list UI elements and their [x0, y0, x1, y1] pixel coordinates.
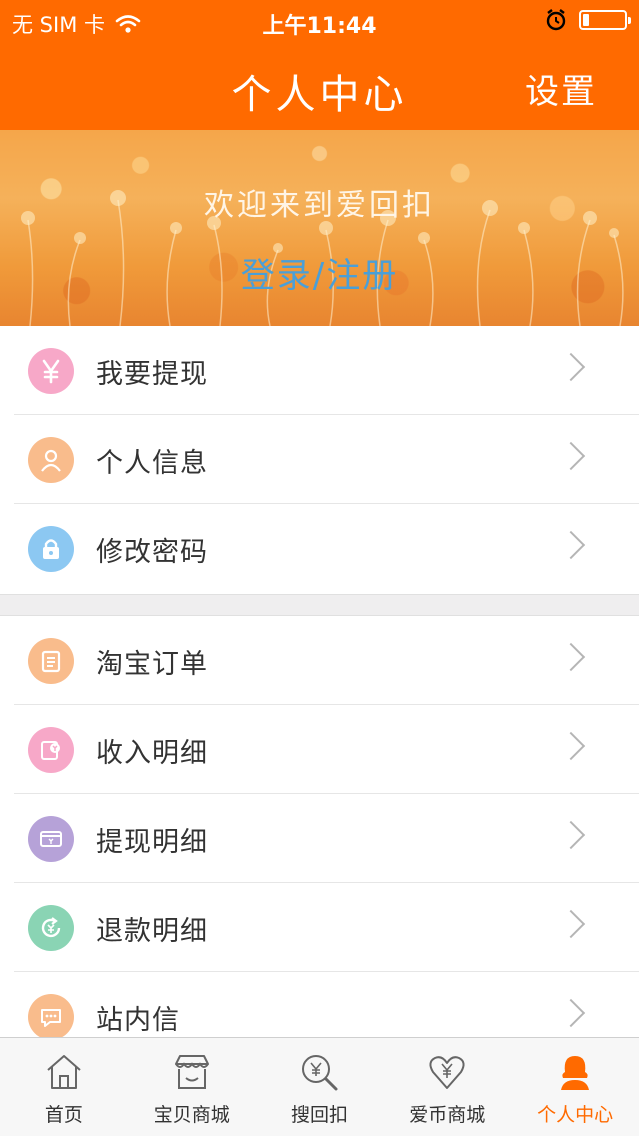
- menu-item-refund-details[interactable]: 退款明细: [0, 883, 639, 972]
- welcome-text: 欢迎来到爱回扣: [204, 188, 435, 223]
- login-register-link[interactable]: 登录/注册: [0, 248, 639, 297]
- tab-label: 搜回扣: [290, 1104, 348, 1126]
- heart-yen-icon: [429, 1056, 465, 1089]
- lock-icon: [28, 526, 74, 572]
- tab-label: 宝贝商城: [153, 1104, 230, 1126]
- message-icon: [28, 994, 74, 1040]
- chevron-right-icon: [556, 820, 586, 850]
- tab-label: 个人中心: [537, 1104, 614, 1126]
- home-icon: [47, 1055, 81, 1089]
- chevron-right-icon: [556, 998, 586, 1028]
- tab-coin-shop[interactable]: 爱币商城: [383, 1038, 511, 1136]
- tab-profile[interactable]: 个人中心: [511, 1038, 639, 1136]
- status-right: [545, 9, 631, 31]
- menu-item-taobao-orders[interactable]: 淘宝订单: [0, 616, 639, 705]
- person-icon: [561, 1056, 590, 1090]
- menu-item-label: 我要提现: [96, 359, 208, 390]
- alarm-icon: [546, 9, 566, 31]
- menu-item-income-details[interactable]: 收入明细: [0, 705, 639, 794]
- chevron-right-icon: [556, 731, 586, 761]
- yen-icon: [28, 348, 74, 394]
- menu-item-change-password[interactable]: 修改密码: [0, 504, 639, 593]
- menu-item-withdraw-details[interactable]: 提现明细: [0, 794, 639, 883]
- section-divider: [0, 594, 639, 616]
- nav-bar: 个人中心 设置: [0, 44, 639, 130]
- clipboard-icon: [28, 638, 74, 684]
- menu-item-label: 收入明细: [96, 738, 208, 769]
- menu-item-withdraw[interactable]: 我要提现: [0, 326, 639, 415]
- chevron-right-icon: [556, 909, 586, 939]
- income-icon: [28, 727, 74, 773]
- menu-item-label: 提现明细: [96, 827, 208, 858]
- battery-fill: [583, 14, 589, 26]
- menu-group-account: 我要提现 个人信息 修改密码: [0, 326, 639, 593]
- shop-icon: [174, 1055, 209, 1089]
- search-yen-icon: [302, 1055, 338, 1091]
- menu-group-records: 淘宝订单 收入明细 提现明细 退款明细 站内信: [0, 616, 639, 1061]
- menu-item-label: 个人信息: [96, 448, 208, 479]
- status-time: 上午11:44: [262, 14, 377, 39]
- tab-home[interactable]: 首页: [0, 1038, 128, 1136]
- menu-item-label: 修改密码: [96, 537, 208, 568]
- menu-item-label: 站内信: [96, 1005, 180, 1036]
- user-icon: [28, 437, 74, 483]
- tab-label: 爱币商城: [409, 1104, 486, 1126]
- battery-icon: [579, 10, 631, 30]
- tab-label: 首页: [44, 1104, 83, 1126]
- chevron-right-icon: [556, 530, 586, 560]
- menu-item-label: 淘宝订单: [96, 649, 208, 680]
- profile-banner: 欢迎来到爱回扣 登录/注册: [0, 130, 639, 326]
- chevron-right-icon: [556, 642, 586, 672]
- refund-icon: [28, 905, 74, 951]
- tab-search-rebate[interactable]: 搜回扣: [256, 1038, 384, 1136]
- menu-item-label: 退款明细: [96, 916, 208, 947]
- tab-shop[interactable]: 宝贝商城: [128, 1038, 256, 1136]
- card-icon: [28, 816, 74, 862]
- settings-button[interactable]: 设置: [525, 64, 597, 113]
- chevron-right-icon: [556, 352, 586, 382]
- menu-item-profile[interactable]: 个人信息: [0, 415, 639, 504]
- chevron-right-icon: [556, 441, 586, 471]
- tab-bar: 首页 宝贝商城 搜回扣 爱币商城 个人中心: [0, 1037, 639, 1136]
- status-bar: 无 SIM 卡 上午11:44: [0, 0, 639, 44]
